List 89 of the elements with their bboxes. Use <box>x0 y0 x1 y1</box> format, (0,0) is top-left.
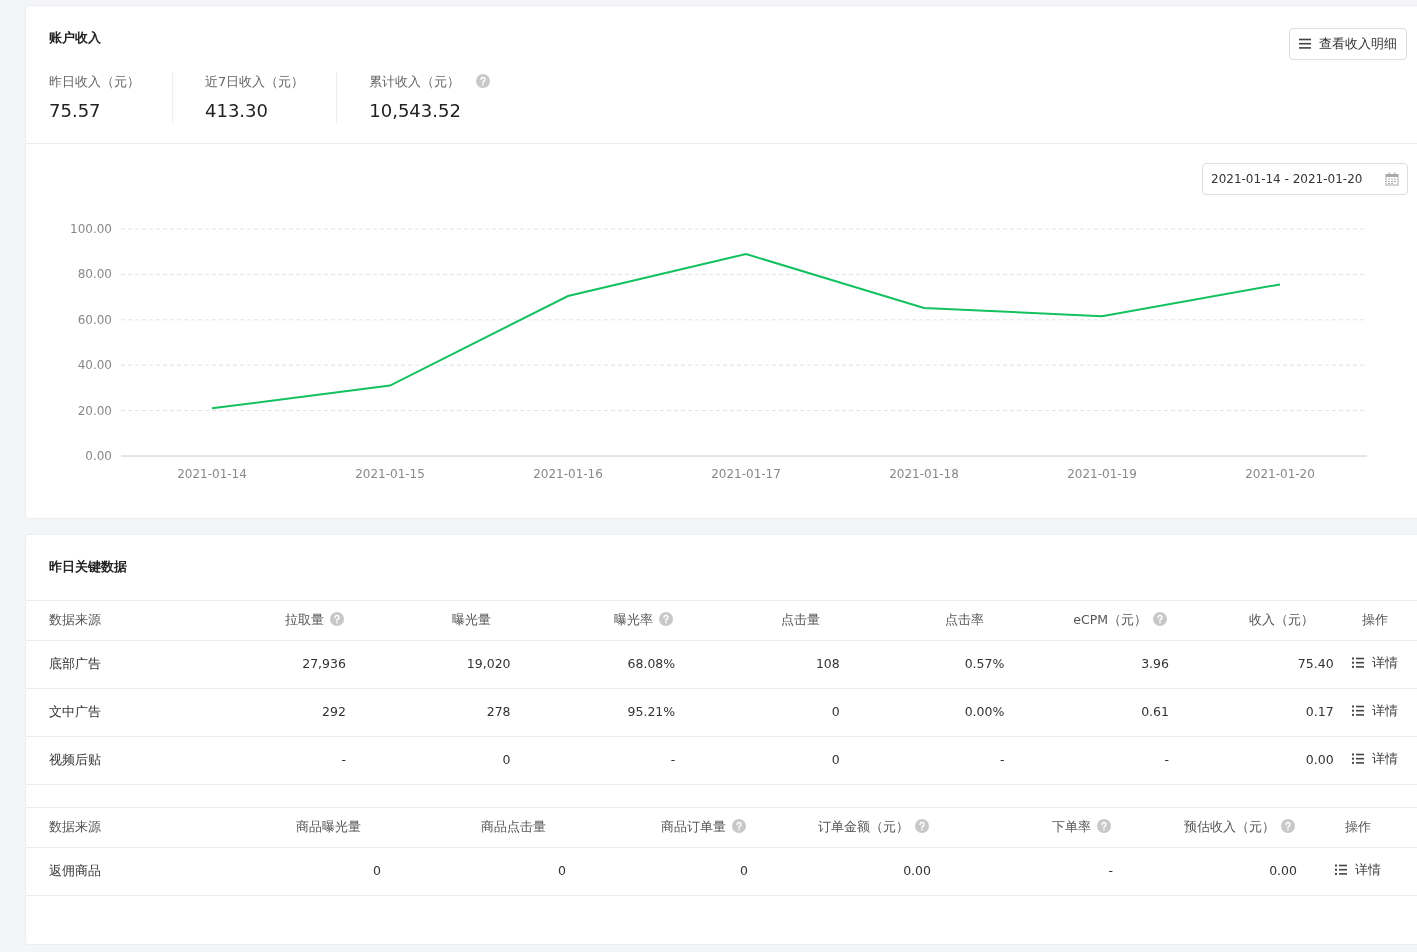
table-cell: - <box>1164 752 1169 768</box>
x-axis-label: 2021-01-20 <box>1245 467 1315 481</box>
column-header: 操作 <box>1362 612 1389 628</box>
y-axis-label: 0.00 <box>85 449 112 463</box>
table-cell: 292 <box>322 704 346 720</box>
stat-value: 413.30 <box>205 99 269 123</box>
table-cell: 0.00 <box>903 863 931 879</box>
column-header: 预估收入（元） <box>1184 819 1275 835</box>
income-detail-button[interactable]: 查看收入明细 <box>1289 28 1407 60</box>
y-axis-label: 40.00 <box>77 358 112 373</box>
column-header: 数据来源 <box>49 612 101 628</box>
y-axis-label: 80.00 <box>77 267 112 282</box>
stat-label: 昨日收入（元） <box>49 72 140 91</box>
x-axis-label: 2021-01-14 <box>177 467 247 481</box>
help-icon[interactable] <box>659 612 674 627</box>
table-cell: 3.96 <box>1141 656 1169 672</box>
column-header: 下单率 <box>1052 819 1091 835</box>
table-cell: - <box>1108 863 1113 879</box>
column-header: 点击率 <box>945 612 985 628</box>
list-icon <box>1352 753 1365 766</box>
help-icon[interactable] <box>1281 819 1295 834</box>
detail-link[interactable]: 详情 <box>1352 749 1399 769</box>
table-cell: 0.00 <box>1305 752 1334 768</box>
table-cell: 0 <box>502 752 511 768</box>
table-cell: 95.21% <box>627 704 676 720</box>
stat-label: 近7日收入（元） <box>205 72 305 91</box>
x-axis-label: 2021-01-15 <box>355 467 425 481</box>
table-cell: 27,936 <box>302 656 346 672</box>
table-cell: 0 <box>373 863 381 879</box>
column-header: 商品订单量 <box>661 819 726 835</box>
column-header: 点击量 <box>780 612 820 628</box>
list-icon <box>1334 864 1347 877</box>
column-header: 曝光量 <box>451 612 491 628</box>
menu-icon <box>1299 37 1311 50</box>
x-axis-label: 2021-01-17 <box>711 467 781 481</box>
table-cell: 75.40 <box>1297 656 1334 672</box>
help-icon[interactable] <box>732 819 746 834</box>
stat-label: 累计收入（元） <box>369 72 461 91</box>
x-axis-label: 2021-01-16 <box>533 467 603 481</box>
table-cell: 0 <box>558 863 566 879</box>
table-cell: 0 <box>831 704 840 720</box>
column-header: 曝光率 <box>614 612 654 628</box>
table-cell: 19,020 <box>466 656 511 672</box>
help-icon[interactable] <box>1153 612 1167 627</box>
table-cell: 68.08% <box>627 656 676 672</box>
stat-value: 10,543.52 <box>369 99 462 123</box>
table-cell: - <box>670 752 676 768</box>
table-cell: 278 <box>486 704 511 720</box>
column-header: 数据来源 <box>49 819 101 835</box>
section-title: 昨日关键数据 <box>49 558 128 576</box>
x-axis-label: 2021-01-19 <box>1067 467 1137 481</box>
column-header: 商品点击量 <box>481 819 546 835</box>
y-axis-label: 100.00 <box>70 222 112 236</box>
detail-link[interactable]: 详情 <box>1352 701 1399 721</box>
detail-link[interactable]: 详情 <box>1334 860 1381 880</box>
table-cell: 底部广告 <box>49 656 101 672</box>
stat-value: 75.57 <box>49 99 102 123</box>
detail-link[interactable]: 详情 <box>1352 653 1399 673</box>
table-cell: 0.57% <box>964 656 1005 672</box>
x-axis-label: 2021-01-18 <box>889 467 959 481</box>
table-cell: 0.00 <box>1269 863 1297 879</box>
help-icon[interactable] <box>915 819 929 834</box>
table-cell: 0.17 <box>1305 704 1334 720</box>
help-icon[interactable] <box>1097 819 1111 834</box>
table-cell: - <box>341 752 346 768</box>
table-cell: 视频后贴 <box>49 752 101 768</box>
column-header: 收入（元） <box>1248 612 1314 628</box>
column-header: 商品曝光量 <box>296 819 361 835</box>
column-header: eCPM（元） <box>1073 612 1147 628</box>
date-range-picker[interactable]: 2021-01-14 - 2021-01-20 <box>1202 163 1408 195</box>
list-icon <box>1352 705 1365 718</box>
list-icon <box>1352 657 1365 670</box>
help-icon[interactable] <box>476 74 491 89</box>
column-header: 拉取量 <box>284 612 324 628</box>
table-cell: 文中广告 <box>49 704 101 720</box>
help-icon[interactable] <box>329 612 344 627</box>
table-cell: - <box>999 752 1005 768</box>
y-axis-label: 20.00 <box>77 403 112 418</box>
y-axis-label: 60.00 <box>77 312 112 327</box>
calendar-icon <box>1385 172 1399 186</box>
section-title: 账户收入 <box>49 29 101 47</box>
table-cell: 0.00% <box>964 704 1005 720</box>
column-header: 操作 <box>1344 819 1371 835</box>
table-cell: 返佣商品 <box>49 863 101 879</box>
table-cell: 0 <box>831 752 840 768</box>
table-cell: 0 <box>740 863 748 879</box>
table-cell: 0.61 <box>1141 704 1169 720</box>
column-header: 订单金额（元） <box>818 819 909 835</box>
table-cell: 108 <box>815 656 840 672</box>
